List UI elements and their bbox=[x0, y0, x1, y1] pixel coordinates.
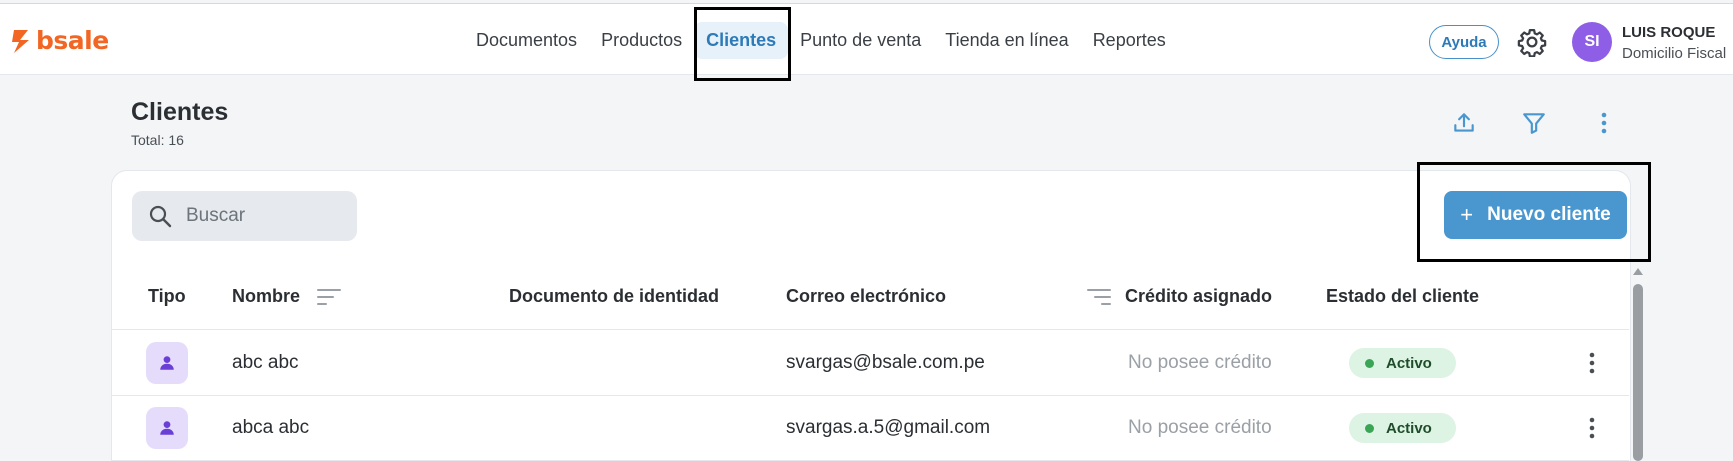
client-name[interactable]: abca abc bbox=[232, 417, 309, 439]
scroll-up-arrow-icon[interactable] bbox=[1632, 266, 1644, 276]
sort-icon[interactable] bbox=[317, 287, 341, 307]
client-type-badge bbox=[146, 342, 188, 384]
nav-clientes[interactable]: Clientes bbox=[694, 21, 789, 59]
status-label: Activo bbox=[1386, 419, 1432, 437]
gear-icon[interactable] bbox=[1517, 27, 1547, 57]
bsale-logo[interactable]: bsale bbox=[10, 26, 109, 55]
nav-punto-de-venta[interactable]: Punto de venta bbox=[788, 22, 933, 59]
page-title: Clientes bbox=[131, 98, 229, 126]
logo-text: bsale bbox=[36, 26, 109, 55]
column-header-tipo: Tipo bbox=[148, 286, 186, 306]
nav-documentos[interactable]: Documentos bbox=[464, 22, 589, 59]
nav-productos[interactable]: Productos bbox=[589, 22, 694, 59]
column-header-nombre[interactable]: Nombre bbox=[232, 286, 300, 307]
client-email: svargas.a.5@gmail.com bbox=[786, 417, 991, 438]
new-client-label: Nuevo cliente bbox=[1487, 204, 1611, 225]
status-label: Activo bbox=[1386, 354, 1432, 372]
top-bar: bsale Documentos Productos Clientes Punt… bbox=[0, 3, 1733, 75]
more-vertical-icon bbox=[1589, 417, 1595, 439]
help-button[interactable]: Ayuda bbox=[1429, 25, 1499, 59]
client-email: svargas@bsale.com.pe bbox=[786, 352, 985, 373]
row-menu-button[interactable] bbox=[1580, 348, 1604, 378]
page-total: Total: 16 bbox=[131, 132, 184, 148]
column-header-documento: Documento de identidad bbox=[509, 286, 720, 306]
nav-reportes[interactable]: Reportes bbox=[1081, 22, 1178, 59]
plus-icon: + bbox=[1460, 202, 1474, 227]
status-badge: Activo bbox=[1349, 413, 1456, 443]
upload-icon bbox=[1454, 113, 1474, 132]
more-options-button[interactable] bbox=[1589, 108, 1619, 138]
new-client-button[interactable]: + Nuevo cliente bbox=[1444, 191, 1627, 239]
search-input[interactable] bbox=[186, 205, 336, 227]
column-header-correo: Correo electrónico bbox=[786, 286, 947, 306]
nav-tienda-en-linea[interactable]: Tienda en línea bbox=[933, 22, 1080, 59]
filter-icon bbox=[1523, 113, 1545, 134]
sort-icon-credito[interactable] bbox=[1087, 287, 1111, 307]
person-icon bbox=[160, 356, 174, 370]
search-icon bbox=[149, 205, 172, 228]
status-dot bbox=[1365, 358, 1374, 368]
row-menu-button[interactable] bbox=[1580, 413, 1604, 443]
more-vertical-icon bbox=[1601, 112, 1607, 134]
person-icon bbox=[160, 421, 174, 435]
client-credit: No posee crédito bbox=[1128, 352, 1272, 373]
search-box[interactable] bbox=[132, 191, 357, 241]
more-vertical-icon bbox=[1589, 352, 1595, 374]
user-avatar[interactable]: SI bbox=[1572, 22, 1612, 62]
row-divider bbox=[111, 395, 1629, 396]
client-name[interactable]: abc abc bbox=[232, 352, 299, 374]
header-divider bbox=[111, 329, 1629, 330]
client-type-badge bbox=[146, 407, 188, 449]
user-name: LUIS ROQUE bbox=[1622, 24, 1716, 41]
status-badge: Activo bbox=[1349, 348, 1456, 378]
status-dot bbox=[1365, 423, 1374, 433]
main-nav: Documentos Productos Clientes Punto de v… bbox=[464, 4, 1178, 76]
upload-button[interactable] bbox=[1449, 108, 1479, 138]
client-credit: No posee crédito bbox=[1128, 417, 1272, 438]
column-header-estado: Estado del cliente bbox=[1326, 286, 1480, 306]
user-subtitle: Domicilio Fiscal bbox=[1622, 45, 1727, 62]
scrollbar-thumb[interactable] bbox=[1633, 284, 1643, 461]
bsale-logo-icon bbox=[12, 29, 29, 53]
filter-button[interactable] bbox=[1519, 108, 1549, 138]
column-header-credito: Crédito asignado bbox=[1125, 286, 1273, 306]
